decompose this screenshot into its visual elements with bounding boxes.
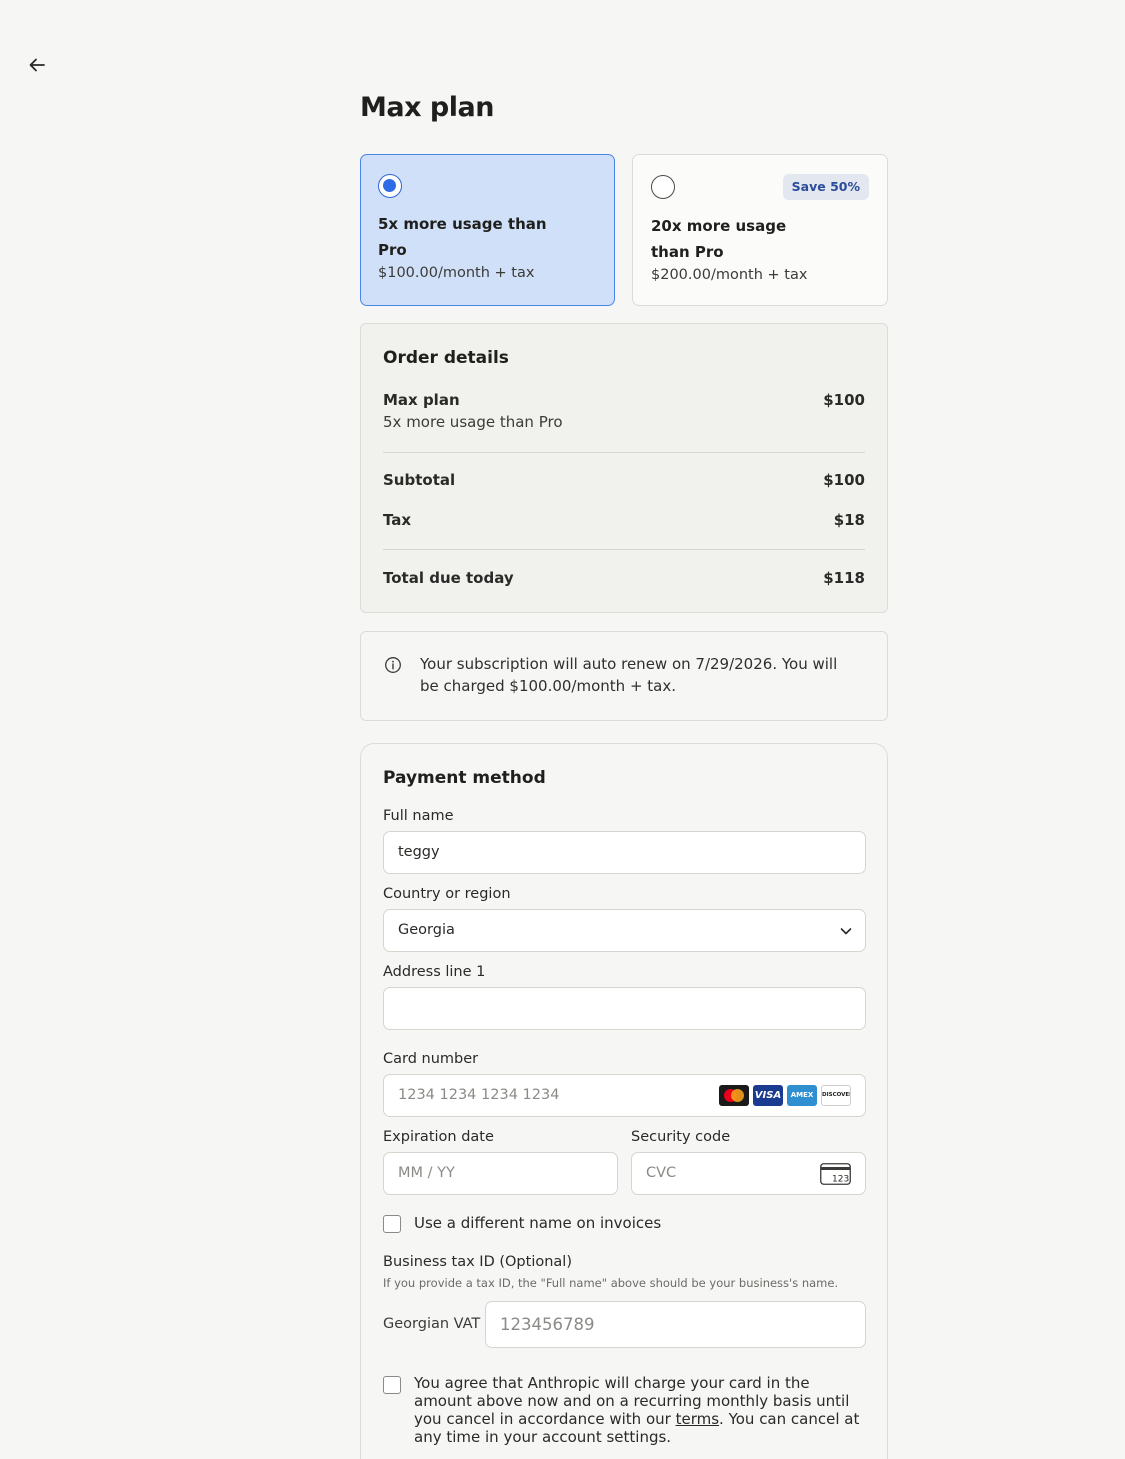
plan-option-5x[interactable]: 5x more usage than Pro $100.00/month + t… <box>360 154 615 306</box>
agree-text: You agree that Anthropic will charge you… <box>414 1374 865 1446</box>
order-item-price: $100 <box>823 391 865 409</box>
plan-price: $200.00/month + tax <box>651 267 808 283</box>
discover-icon: DISCOVER <box>821 1085 851 1106</box>
subtotal-row: Subtotal $100 <box>383 471 865 489</box>
tax-id-hint: If you provide a tax ID, the "Full name"… <box>383 1276 839 1290</box>
order-item-desc: 5x more usage than Pro <box>383 413 563 431</box>
plan-name: 20x more usage than Pro <box>651 217 787 261</box>
card-number-placeholder: 1234 1234 1234 1234 <box>398 1087 560 1103</box>
country-value: Georgia <box>398 922 455 938</box>
tax-value: $18 <box>833 511 865 529</box>
cvc-placeholder: CVC <box>646 1165 677 1181</box>
full-name-label: Full name <box>383 808 454 824</box>
order-details: Order details Max plan $100 5x more usag… <box>360 323 888 613</box>
plan-radio-selected[interactable] <box>378 174 402 198</box>
plan-radio[interactable] <box>651 175 675 199</box>
checkout-page: Max plan 5x more usage than Pro $100.00/… <box>0 0 1125 1459</box>
address-input[interactable] <box>383 987 866 1030</box>
terms-link[interactable]: terms <box>676 1410 719 1428</box>
save-badge: Save 50% <box>782 174 869 200</box>
payment-title: Payment method <box>383 768 546 788</box>
order-title: Order details <box>383 348 509 368</box>
divider <box>383 549 865 550</box>
address-label: Address line 1 <box>383 964 486 980</box>
tax-id-label: Business tax ID (Optional) <box>383 1254 572 1270</box>
payment-method-section: Payment method Full name teggy Country o… <box>360 743 888 1459</box>
different-name-label: Use a different name on invoices <box>414 1214 662 1232</box>
plan-options: 5x more usage than Pro $100.00/month + t… <box>360 154 888 306</box>
order-item-name: Max plan <box>383 391 460 409</box>
country-label: Country or region <box>383 886 511 902</box>
subtotal-value: $100 <box>823 471 865 489</box>
subtotal-label: Subtotal <box>383 471 456 489</box>
plan-name: 5x more usage than Pro <box>378 215 547 259</box>
chevron-down-icon <box>840 928 852 935</box>
card-number-input[interactable]: 1234 1234 1234 1234 VISA AMEX DISCOVER <box>383 1074 866 1117</box>
cvc-icon-text: 123 <box>832 1175 849 1185</box>
expiration-label: Expiration date <box>383 1129 494 1145</box>
vat-label: Georgian VAT <box>383 1316 481 1332</box>
arrow-left-icon <box>29 58 45 72</box>
security-code-label: Security code <box>631 1129 731 1145</box>
tax-label: Tax <box>383 511 412 529</box>
tax-row: Tax $18 <box>383 511 865 529</box>
expiration-input[interactable]: MM / YY <box>383 1152 618 1195</box>
order-item-row: Max plan $100 <box>383 391 865 409</box>
total-row: Total due today $118 <box>383 569 865 587</box>
agree-checkbox[interactable] <box>383 1376 401 1394</box>
card-cvc-icon: 123 <box>820 1163 851 1185</box>
plan-price: $100.00/month + tax <box>378 265 535 281</box>
back-button[interactable] <box>24 52 50 78</box>
divider <box>383 452 865 453</box>
full-name-input[interactable]: teggy <box>383 831 866 874</box>
country-select[interactable]: Georgia <box>383 909 866 952</box>
amex-icon: AMEX <box>787 1085 817 1106</box>
visa-icon: VISA <box>753 1085 783 1106</box>
vat-input[interactable]: 123456789 <box>485 1301 866 1348</box>
mastercard-icon <box>719 1085 749 1106</box>
info-icon <box>385 657 401 673</box>
different-name-checkbox[interactable] <box>383 1215 401 1233</box>
card-brand-logos: VISA AMEX DISCOVER <box>719 1085 851 1106</box>
page-title: Max plan <box>360 92 494 123</box>
plan-option-20x[interactable]: Save 50% 20x more usage than Pro $200.00… <box>632 154 888 306</box>
renewal-notice: Your subscription will auto renew on 7/2… <box>360 631 888 721</box>
security-code-input[interactable]: CVC 123 <box>631 1152 866 1195</box>
renewal-text: Your subscription will auto renew on 7/2… <box>420 655 838 695</box>
total-label: Total due today <box>383 569 514 587</box>
card-number-label: Card number <box>383 1051 479 1067</box>
total-value: $118 <box>823 569 865 587</box>
